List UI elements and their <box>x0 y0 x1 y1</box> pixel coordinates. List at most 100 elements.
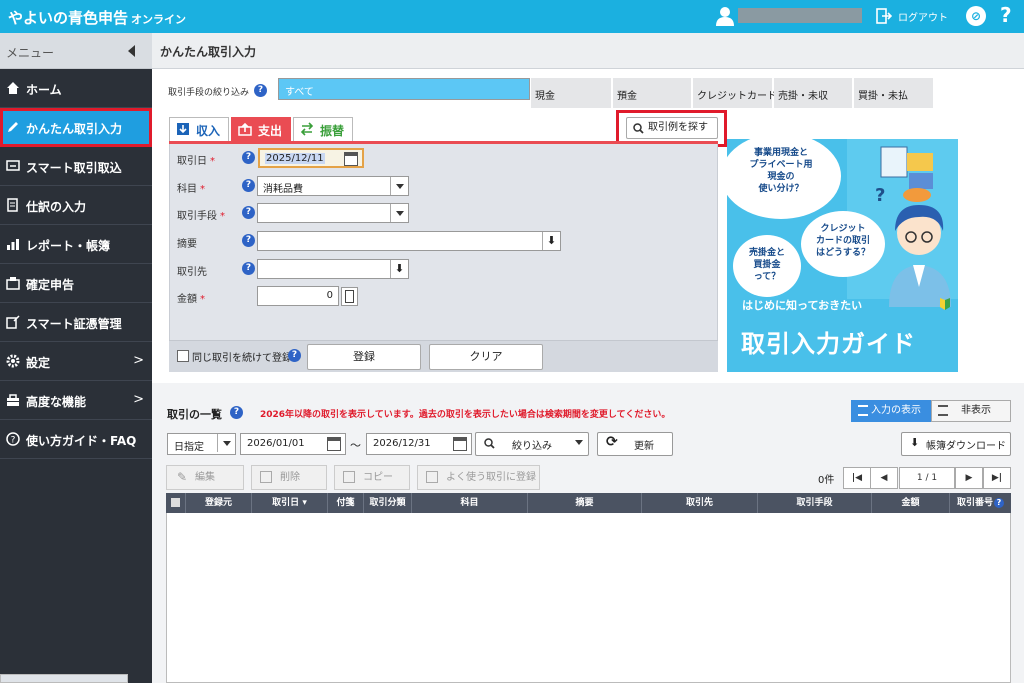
prev-page-button[interactable]: ◀ <box>870 467 898 489</box>
filter-tab-receivable[interactable]: 売掛・未収 <box>774 78 853 108</box>
sidebar-item-advanced[interactable]: 高度な機能 > <box>0 381 152 420</box>
date-label: 取引日 * <box>177 156 215 167</box>
sidebar-item-journal[interactable]: 仕訳の入力 <box>0 186 152 225</box>
memo-label: 摘要 <box>177 239 197 250</box>
clear-button[interactable]: クリア <box>429 344 543 370</box>
tab-expense[interactable]: 支出 <box>231 117 291 141</box>
column-header[interactable]: 取引手段 <box>758 493 872 513</box>
banner-subtitle: はじめに知っておきたい <box>742 299 863 312</box>
tab-transfer[interactable]: 振替 <box>293 117 353 141</box>
help-icon[interactable]: ? <box>242 234 255 247</box>
help-icon[interactable]: ? <box>994 498 1004 508</box>
pencil-icon: ✎ <box>177 470 188 484</box>
copy-icon <box>343 471 355 483</box>
column-header-number[interactable]: 取引番号? <box>950 493 1011 513</box>
column-header[interactable]: 金額 <box>872 493 950 513</box>
filter-tab-credit-card[interactable]: クレジットカード <box>693 78 777 108</box>
calendar-icon[interactable] <box>344 152 358 166</box>
help-icon[interactable]: ? <box>242 179 255 192</box>
memo-input[interactable]: ⬇ <box>257 231 561 251</box>
edit-button[interactable]: ✎ 編集 <box>166 465 244 490</box>
page-indicator: 1 / 1 <box>899 467 955 489</box>
filter-tab-payable[interactable]: 買掛・未払 <box>854 78 934 108</box>
partner-input[interactable]: ⬇ <box>257 259 409 279</box>
search-example-button[interactable]: 取引例を探す <box>626 117 718 139</box>
sidebar-item-evidence[interactable]: スマート証憑管理 <box>0 303 152 342</box>
next-page-button[interactable]: ▶ <box>955 467 983 489</box>
calendar-icon[interactable] <box>327 437 341 451</box>
account-label: 科目 * <box>177 184 205 195</box>
record-count: 0件 <box>818 475 835 486</box>
horizontal-scrollbar[interactable] <box>0 674 128 683</box>
calculator-icon[interactable] <box>341 287 358 306</box>
column-header[interactable]: 取引分類 <box>364 493 412 513</box>
filter-label: 取引手段の絞り込み <box>168 88 250 98</box>
sidebar-item-report[interactable]: レポート・帳簿 <box>0 225 152 264</box>
calendar-icon[interactable] <box>453 437 467 451</box>
column-header[interactable]: 摘要 <box>528 493 642 513</box>
help-icon[interactable]: ? <box>230 406 243 419</box>
user-icon[interactable] <box>716 6 734 26</box>
arrow-down-icon[interactable]: ⬇ <box>542 232 560 250</box>
collapse-menu-icon[interactable] <box>128 45 135 57</box>
banner-bubble-receivable: 売掛金と 買掛金 って？ <box>733 235 801 297</box>
register-button[interactable]: 登録 <box>307 344 421 370</box>
sidebar-item-guide[interactable]: ? 使い方ガイド・FAQ <box>0 420 152 459</box>
date-mode-select[interactable]: 日指定 <box>167 433 236 455</box>
search-icon <box>633 123 644 134</box>
last-page-button[interactable]: ▶| <box>983 467 1011 489</box>
method-select[interactable] <box>257 203 409 223</box>
tax-return-icon <box>6 277 20 290</box>
logout-icon[interactable] <box>876 8 892 24</box>
column-header[interactable]: 科目 <box>412 493 528 513</box>
help-icon[interactable]: ? <box>242 206 255 219</box>
help-question-icon[interactable]: ? <box>1000 3 1012 27</box>
amount-input[interactable]: 0 <box>257 286 339 306</box>
date-from-input[interactable]: 2026/01/01 <box>240 433 346 455</box>
app-title-main: やよいの青色申告 <box>8 9 129 27</box>
tab-income[interactable]: 収入 <box>169 117 229 141</box>
select-all-checkbox[interactable] <box>166 493 186 513</box>
date-value: 2025/12/11 <box>265 153 325 164</box>
filter-tab-cash[interactable]: 現金 <box>531 78 612 108</box>
search-icon <box>484 438 495 449</box>
filter-tab-all[interactable]: すべて <box>278 78 530 100</box>
account-select[interactable]: 消耗品費 <box>257 176 409 196</box>
sidebar-item-label: 仕訳の入力 <box>26 200 87 214</box>
help-icon[interactable]: ? <box>242 151 255 164</box>
sidebar-item-label: 確定申告 <box>26 278 75 292</box>
date-field[interactable]: 2025/12/11 <box>258 148 364 168</box>
sidebar-item-home[interactable]: ホーム <box>0 69 152 108</box>
sidebar-item-smart-import[interactable]: スマート取引取込 <box>0 147 152 186</box>
refresh-icon: ⟳ <box>606 434 618 450</box>
support-icon[interactable]: ⊘ <box>966 6 986 26</box>
sort-down-icon: ▾ <box>302 498 307 508</box>
sidebar-item-settings[interactable]: 設定 > <box>0 342 152 381</box>
page-title: かんたん取引入力 <box>160 45 257 59</box>
column-header-date[interactable]: 取引日 ▾ <box>252 493 328 513</box>
sidebar-item-label: 高度な機能 <box>26 395 87 409</box>
register-favorite-button[interactable]: よく使う取引に登録 <box>417 465 540 490</box>
first-page-button[interactable]: |◀ <box>843 467 871 489</box>
column-header[interactable]: 登録元 <box>186 493 252 513</box>
refresh-button[interactable]: ⟳ 更新 <box>597 432 673 456</box>
narrow-button[interactable]: 絞り込み <box>475 432 589 456</box>
filter-tab-deposit[interactable]: 預金 <box>613 78 692 108</box>
delete-button[interactable]: 削除 <box>251 465 327 490</box>
sidebar-item-tax-return[interactable]: 確定申告 <box>0 264 152 303</box>
sidebar-item-easy-entry[interactable]: かんたん取引入力 <box>0 108 152 147</box>
date-to-input[interactable]: 2026/12/31 <box>366 433 472 455</box>
repeat-checkbox[interactable] <box>177 350 189 362</box>
logout-link[interactable]: ログアウト <box>898 9 948 24</box>
partner-label: 取引先 <box>177 267 207 278</box>
copy-button[interactable]: コピー <box>334 465 410 490</box>
column-header[interactable]: 取引先 <box>642 493 758 513</box>
report-icon <box>7 239 19 250</box>
banner-bubble-cash: 事業用現金と プライベート用 現金の 使い分け？ <box>727 139 841 219</box>
help-icon[interactable]: ? <box>254 84 267 97</box>
help-icon[interactable]: ? <box>288 349 301 362</box>
help-icon[interactable]: ? <box>242 262 255 275</box>
arrow-down-icon[interactable]: ⬇ <box>390 260 408 278</box>
column-header[interactable]: 付箋 <box>328 493 364 513</box>
download-ledger-button[interactable]: ⬇ 帳簿ダウンロード <box>901 432 1011 456</box>
